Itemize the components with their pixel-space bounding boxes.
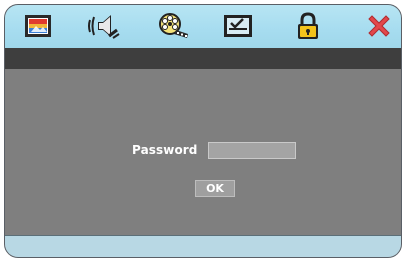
password-input[interactable] xyxy=(208,142,296,159)
speaker-icon xyxy=(88,15,120,39)
ok-button[interactable]: OK xyxy=(195,180,235,197)
lock-icon xyxy=(298,12,318,39)
picture-button[interactable] xyxy=(20,10,56,42)
close-icon xyxy=(368,15,390,37)
features-button[interactable] xyxy=(220,10,256,42)
title-band xyxy=(5,48,401,69)
lock-button[interactable] xyxy=(290,10,326,42)
close-button[interactable] xyxy=(361,10,397,42)
password-panel: Password OK xyxy=(5,69,401,238)
footer-bar xyxy=(5,235,401,257)
film-reel-icon xyxy=(159,13,188,38)
sound-button[interactable] xyxy=(86,10,122,42)
settings-window: Password OK xyxy=(4,4,402,258)
checklist-icon xyxy=(224,15,252,37)
password-label: Password xyxy=(132,143,198,157)
picture-icon xyxy=(25,15,51,37)
toolbar xyxy=(5,5,401,49)
movie-button[interactable] xyxy=(154,10,190,42)
